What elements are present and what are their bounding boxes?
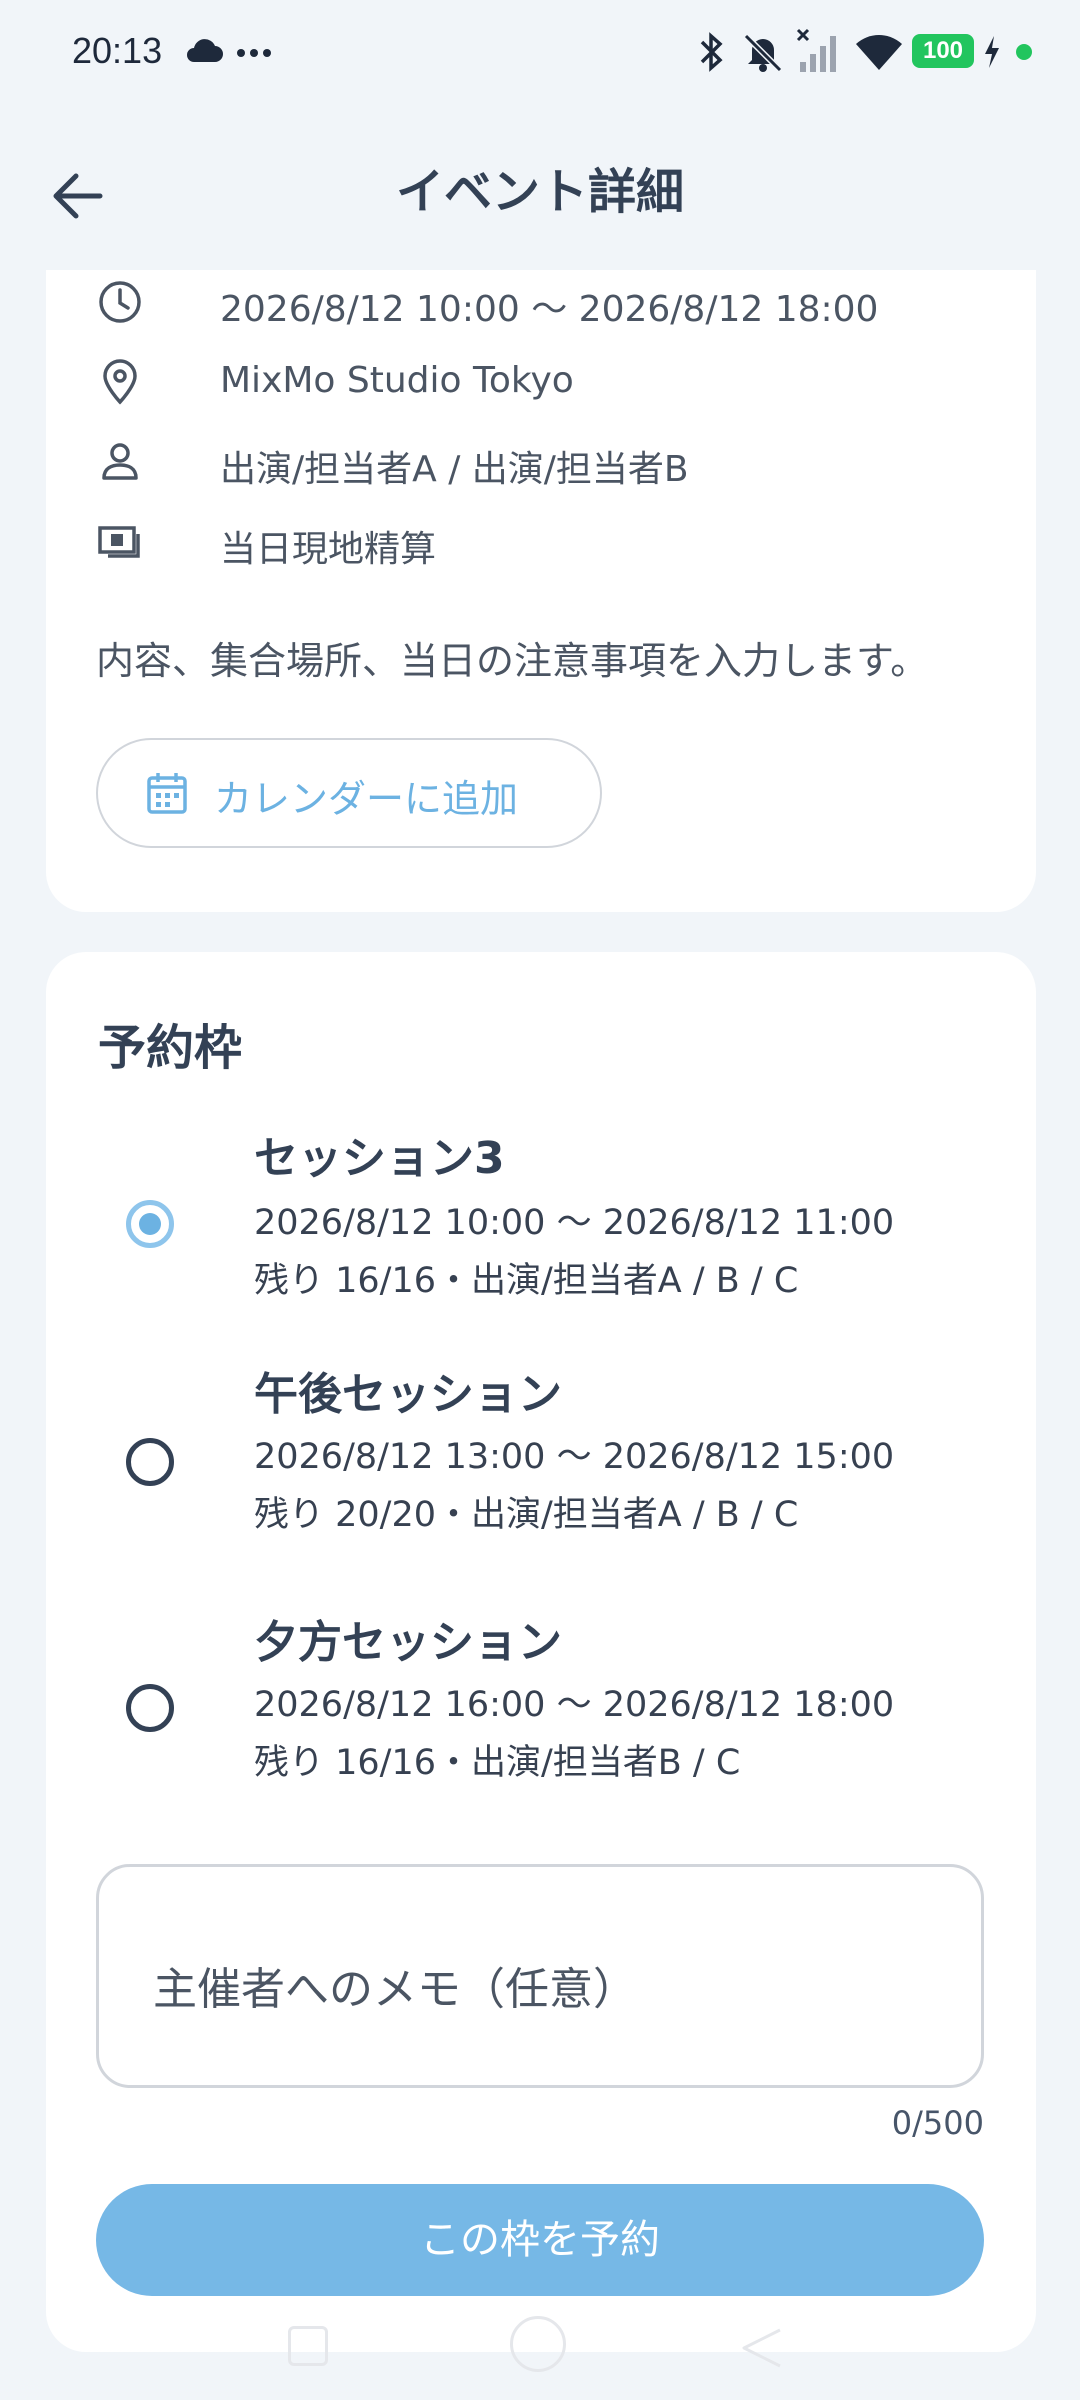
slot-name: 夕方セッション — [254, 1617, 562, 1668]
clock-icon — [99, 281, 141, 323]
event-performers-row: 出演/担当者A / 出演/担当者B — [96, 434, 1016, 490]
slot-name: セッション3 — [254, 1133, 505, 1184]
page-title: イベント詳細 — [395, 164, 684, 220]
green-dot-icon — [1016, 44, 1032, 60]
cloud-icon — [187, 39, 223, 62]
event-payment: 当日現地精算 — [220, 529, 437, 570]
home-icon[interactable] — [510, 2316, 566, 2372]
slot-remaining: 残り 16/16・出演/担当者A / B / C — [254, 1261, 799, 1301]
add-to-calendar-button[interactable]: カレンダーに追加 — [96, 738, 602, 848]
radio-unselected-icon[interactable] — [126, 1438, 174, 1486]
event-performers: 出演/担当者A / 出演/担当者B — [220, 449, 689, 490]
arrow-left-icon — [53, 173, 103, 219]
radio-unselected-icon[interactable] — [126, 1684, 174, 1732]
event-datetime: 2026/8/12 10:00 〜 2026/8/12 18:00 — [220, 289, 879, 330]
status-bar: 20:13 100 — [0, 0, 1080, 108]
location-pin-icon — [103, 359, 137, 405]
slot-option[interactable]: 夕方セッション 2026/8/12 16:00 〜 2026/8/12 18:0… — [46, 1606, 1036, 1806]
more-dots-icon — [237, 49, 271, 57]
radio-selected-icon[interactable] — [126, 1200, 174, 1248]
payment-icon — [98, 526, 140, 558]
person-icon — [102, 443, 138, 480]
slot-remaining: 残り 16/16・出演/担当者B / C — [254, 1743, 741, 1783]
event-info-card: 2026/8/12 10:00 〜 2026/8/12 18:00 MixMo … — [46, 180, 1036, 912]
battery-icon: 100 — [912, 34, 974, 68]
bluetooth-icon — [700, 32, 723, 72]
status-time: 20:13 — [72, 30, 163, 71]
slot-remaining: 残り 20/20・出演/担当者A / B / C — [254, 1495, 799, 1535]
event-location-row: MixMo Studio Tokyo — [96, 354, 1016, 410]
calendar-icon — [147, 773, 187, 814]
memo-placeholder: 主催者へのメモ（任意） — [153, 1964, 637, 2015]
memo-field[interactable]: 主催者へのメモ（任意） — [96, 1864, 984, 2088]
wifi-icon — [856, 35, 902, 70]
memo-character-counter: 0/500 — [891, 2104, 984, 2142]
slot-option[interactable]: 午後セッション 2026/8/12 13:00 〜 2026/8/12 15:0… — [46, 1358, 1036, 1558]
event-datetime-row: 2026/8/12 10:00 〜 2026/8/12 18:00 — [96, 274, 1016, 330]
book-slot-button[interactable]: この枠を予約 — [96, 2184, 984, 2296]
event-payment-row: 当日現地精算 — [96, 514, 1016, 570]
booking-card: 予約枠 セッション3 2026/8/12 10:00 〜 2026/8/12 1… — [46, 952, 1036, 2352]
event-location: MixMo Studio Tokyo — [220, 360, 574, 401]
event-description: 内容、集合場所、当日の注意事項を入力します。 — [96, 639, 929, 683]
slot-option[interactable]: セッション3 2026/8/12 10:00 〜 2026/8/12 11:00… — [46, 1122, 1036, 1322]
slot-time: 2026/8/12 16:00 〜 2026/8/12 18:00 — [254, 1685, 895, 1725]
signal-off-icon — [796, 28, 836, 72]
slot-time: 2026/8/12 10:00 〜 2026/8/12 11:00 — [254, 1203, 895, 1243]
slot-name: 午後セッション — [254, 1369, 562, 1420]
bell-muted-icon — [743, 33, 783, 73]
section-title: 予約枠 — [98, 1020, 243, 1076]
recent-apps-icon[interactable] — [288, 2326, 328, 2366]
slot-time: 2026/8/12 13:00 〜 2026/8/12 15:00 — [254, 1437, 895, 1477]
system-nav-bar — [0, 2300, 1080, 2400]
add-to-calendar-label: カレンダーに追加 — [214, 777, 519, 821]
nav-back-icon[interactable] — [740, 2326, 784, 2370]
app-header: イベント詳細 — [0, 108, 1080, 270]
charging-icon — [985, 36, 999, 68]
back-button[interactable] — [40, 156, 120, 236]
